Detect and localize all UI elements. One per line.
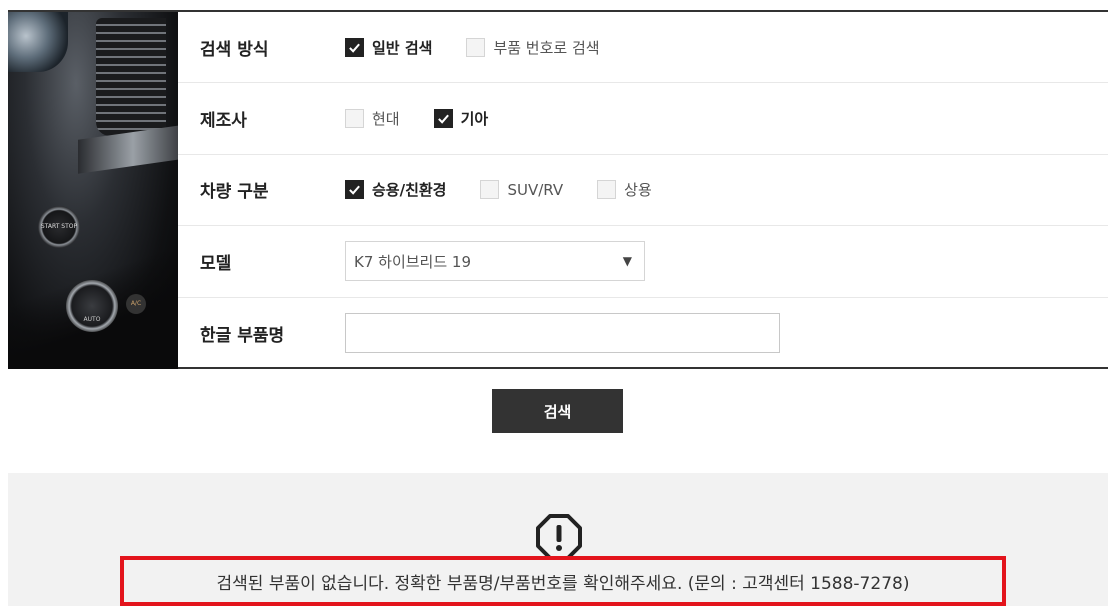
no-results-text: 검색된 부품이 없습니다. 정확한 부품명/부품번호를 확인해주세요. (문의 … <box>216 573 910 594</box>
checkbox-empty-icon <box>466 37 486 57</box>
no-results-message: 검색된 부품이 없습니다. 정확한 부품명/부품번호를 확인해주세요. (문의 … <box>120 556 1006 606</box>
manufacturer-label: 제조사 <box>200 111 247 132</box>
search-method-row: 검색 방식 일반 검색 부품 번호로 검색 <box>178 12 1108 84</box>
ac-button-image: A/C <box>126 294 146 314</box>
vehicle-type-label: 차량 구분 <box>200 182 269 203</box>
general-search-label: 일반 검색 <box>372 38 433 57</box>
passenger-eco-label: 승용/친환경 <box>372 181 447 200</box>
vehicle-type-row: 차량 구분 승용/친환경 SUV/RV 상용 <box>178 155 1108 227</box>
checkbox-checked-icon <box>345 180 364 200</box>
kia-checkbox[interactable]: 기아 <box>433 108 489 129</box>
part-name-label: 한글 부품명 <box>200 325 285 346</box>
caret-down-icon: ▼ <box>622 254 632 269</box>
hyundai-label: 현대 <box>372 110 400 129</box>
climate-knob-image: AUTO <box>66 280 118 332</box>
checkbox-checked-icon <box>345 37 364 57</box>
part-search-panel: START STOP AUTO A/C 검색 방식 일반 검색 부품 번호로 검… <box>8 10 1108 369</box>
dashboard-trim <box>78 124 178 174</box>
model-selected-value: K7 하이브리드 19 <box>354 252 472 271</box>
part-name-row: 한글 부품명 <box>178 298 1108 369</box>
commercial-checkbox[interactable]: 상용 <box>597 179 652 200</box>
general-search-checkbox[interactable]: 일반 검색 <box>345 37 432 58</box>
checkbox-checked-icon <box>433 109 453 129</box>
part-number-search-checkbox[interactable]: 부품 번호로 검색 <box>466 37 600 58</box>
warning-octagon-icon <box>536 514 582 560</box>
model-select[interactable]: K7 하이브리드 19 ▼ <box>345 241 645 282</box>
part-number-search-label: 부품 번호로 검색 <box>493 38 600 57</box>
search-button[interactable]: 검색 <box>492 389 623 433</box>
part-name-input[interactable] <box>345 313 780 354</box>
checkbox-empty-icon <box>597 180 617 200</box>
suv-rv-checkbox[interactable]: SUV/RV <box>480 180 564 200</box>
start-stop-button-image: START STOP <box>38 206 80 248</box>
hyundai-checkbox[interactable]: 현대 <box>345 108 400 129</box>
checkbox-empty-icon <box>480 180 500 200</box>
model-row: 모델 K7 하이브리드 19 ▼ <box>178 226 1108 298</box>
commercial-label: 상용 <box>624 181 652 200</box>
checkbox-empty-icon <box>345 109 364 129</box>
instrument-gauge <box>8 12 68 72</box>
air-vent <box>96 18 166 136</box>
manufacturer-row: 제조사 현대 기아 <box>178 83 1108 155</box>
suv-rv-label: SUV/RV <box>507 180 564 199</box>
model-label: 모델 <box>200 253 232 274</box>
kia-label: 기아 <box>460 110 489 129</box>
search-method-label: 검색 방식 <box>200 39 269 60</box>
search-form: 검색 방식 일반 검색 부품 번호로 검색 제조사 현대 기아 차량 구분 승용… <box>178 12 1108 369</box>
passenger-eco-checkbox[interactable]: 승용/친환경 <box>345 179 446 200</box>
car-dashboard-image: START STOP AUTO A/C <box>8 12 178 369</box>
search-result-area: 검색된 부품이 없습니다. 정확한 부품명/부품번호를 확인해주세요. (문의 … <box>8 473 1108 606</box>
